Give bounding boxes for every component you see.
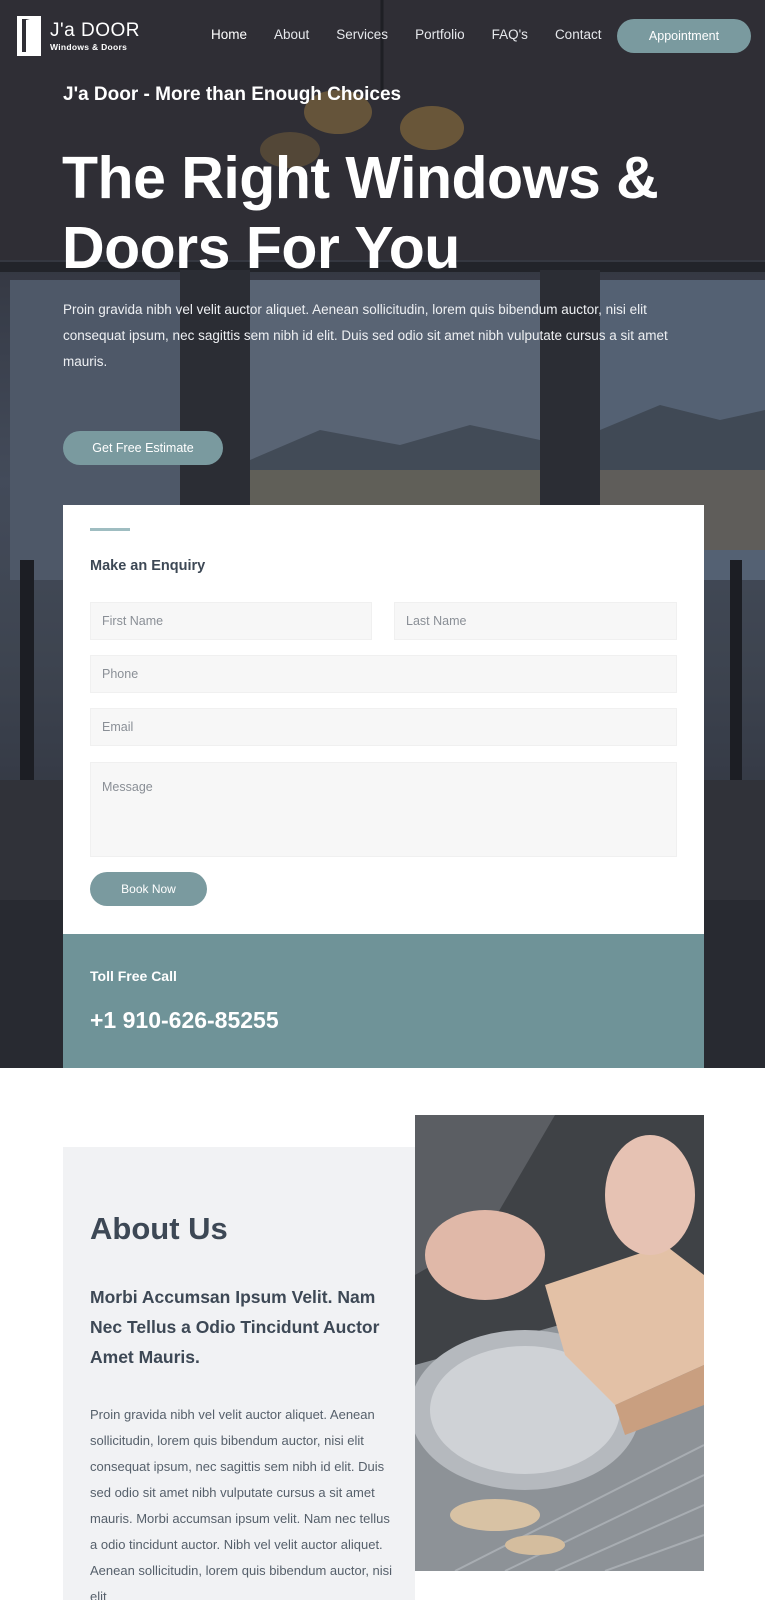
about-subtitle: Morbi Accumsan Ipsum Velit. Nam Nec Tell… — [90, 1287, 380, 1367]
enquiry-title: Make an Enquiry — [90, 558, 206, 574]
door-icon — [17, 16, 41, 56]
email-field[interactable] — [90, 708, 677, 746]
woodworking-photo — [415, 1115, 704, 1571]
about-title: About Us — [90, 1211, 228, 1246]
appointment-button[interactable]: Appointment — [617, 19, 751, 53]
brand-subtitle: Windows & Doors — [50, 41, 128, 52]
brand-logo[interactable]: J'a DOOR Windows & Doors — [16, 14, 140, 58]
main-nav: Home About Services Portfolio FAQ's Cont… — [211, 26, 628, 44]
nav-item-about[interactable]: About — [274, 26, 309, 44]
book-now-button[interactable]: Book Now — [90, 872, 207, 906]
enquiry-form-card: Make an Enquiry Book Now — [63, 505, 704, 934]
phone-field[interactable] — [90, 655, 677, 693]
nav-item-services[interactable]: Services — [336, 26, 388, 44]
message-field[interactable] — [90, 762, 677, 857]
nav-item-faqs[interactable]: FAQ's — [492, 26, 528, 44]
brand-name: J'a DOOR — [50, 19, 140, 41]
last-name-field[interactable] — [394, 602, 677, 640]
hero-section: J'a DOOR Windows & Doors Home About Serv… — [0, 0, 765, 1068]
get-estimate-button[interactable]: Get Free Estimate — [63, 431, 223, 465]
about-panel: About Us Morbi Accumsan Ipsum Velit. Nam… — [63, 1147, 415, 1600]
toll-free-number[interactable]: +1 910-626-85255 — [90, 1007, 279, 1034]
nav-item-contact[interactable]: Contact — [555, 26, 602, 44]
nav-item-portfolio[interactable]: Portfolio — [415, 26, 465, 44]
hero-tagline: J'a Door - More than Enough Choices — [63, 84, 402, 105]
card-accent-rule — [90, 528, 130, 531]
hero-description: Proin gravida nibh vel velit auctor aliq… — [63, 302, 668, 369]
hero-title: The Right Windows & Doors For You — [62, 145, 659, 281]
nav-item-home[interactable]: Home — [211, 26, 247, 44]
about-body: Proin gravida nibh vel velit auctor aliq… — [90, 1407, 393, 1600]
brand-text: J'a DOOR Windows & Doors — [50, 19, 140, 52]
toll-free-label: Toll Free Call — [90, 968, 177, 984]
first-name-field[interactable] — [90, 602, 372, 640]
toll-free-banner: Toll Free Call +1 910-626-85255 — [63, 934, 704, 1068]
